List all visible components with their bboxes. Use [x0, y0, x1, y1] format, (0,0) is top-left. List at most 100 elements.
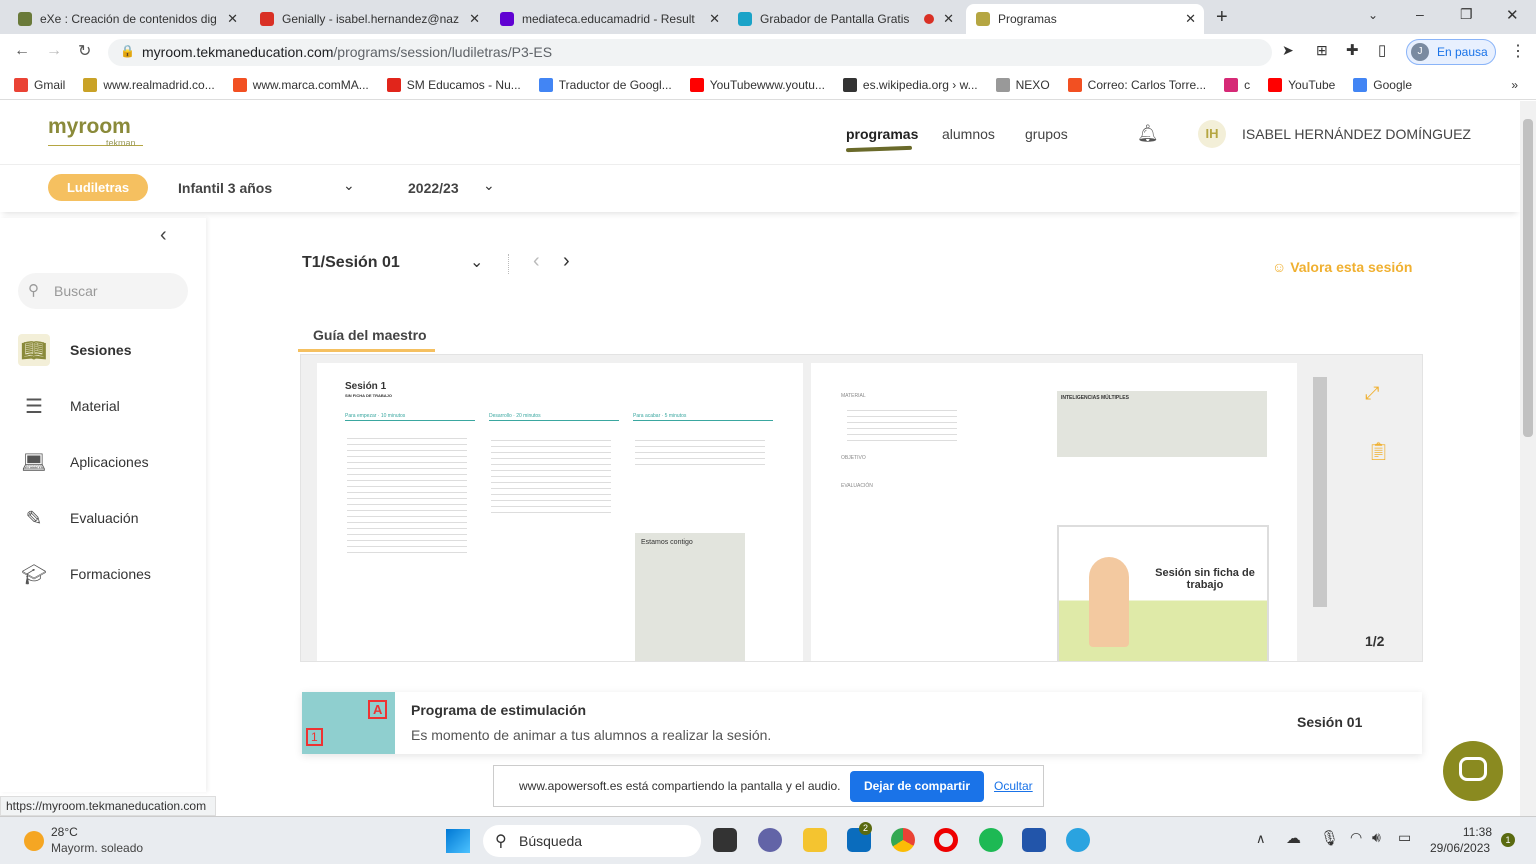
close-tab-icon[interactable]: ✕ [943, 11, 954, 27]
clock-time[interactable]: 11:38 [1462, 825, 1492, 839]
bell-icon[interactable]: 🔔︎ [1137, 124, 1159, 144]
bookmark-item[interactable]: es.wikipedia.org › w... [842, 77, 978, 92]
store-icon[interactable] [1022, 828, 1046, 852]
wifi-icon[interactable]: ◠ [1350, 829, 1362, 846]
stop-sharing-button[interactable]: Dejar de compartir [850, 771, 984, 802]
sidebar-item-sesiones[interactable]: 📖︎ Sesiones [18, 334, 131, 366]
clock-date[interactable]: 29/06/2023 [1430, 841, 1490, 855]
sidebar-item-material[interactable]: ☰ Material [18, 390, 120, 422]
close-tab-icon[interactable]: ✕ [227, 11, 238, 27]
bookmark-item[interactable]: Google [1353, 77, 1412, 92]
nav-grupos[interactable]: grupos [1025, 126, 1068, 142]
tray-chevron-icon[interactable]: ∧ [1256, 831, 1266, 847]
promo-banner[interactable]: A1 Programa de estimulación Es momento d… [302, 692, 1422, 754]
bookmark-item[interactable]: YouTubewww.youtu... [689, 77, 825, 92]
tab-exe[interactable]: eXe : Creación de contenidos dig ✕ [8, 4, 246, 34]
tab-mediateca[interactable]: mediateca.educamadrid - Result ✕ [490, 4, 728, 34]
sidepanel-icon[interactable]: ▯ [1378, 41, 1386, 59]
tab-genially[interactable]: Genially - isabel.hernandez@naz ✕ [250, 4, 488, 34]
session-select[interactable]: T1/Sesión 01 [302, 254, 400, 272]
year-select[interactable]: 2022/23 [408, 180, 459, 196]
nav-alumnos[interactable]: alumnos [942, 126, 995, 142]
telegram-icon[interactable] [1066, 828, 1090, 852]
chrome-icon[interactable] [891, 828, 915, 852]
bookmark-item[interactable]: NEXO [995, 77, 1050, 92]
weather-text[interactable]: Mayorm. soleado [51, 841, 143, 855]
new-tab-button[interactable]: + [1216, 6, 1228, 29]
chevron-down-icon[interactable]: ⌄ [343, 177, 355, 194]
pen-icon: ✎ [25, 507, 43, 530]
windows-start-icon[interactable] [446, 829, 470, 853]
puzzle-icon[interactable]: ✚ [1346, 41, 1359, 59]
document-page-right: MATERIAL OBJETIVO EVALUACIÓN INTELIGENCI… [811, 363, 1297, 661]
bookmarks-overflow-icon[interactable]: » [1511, 78, 1518, 92]
sidebar-item-aplicaciones[interactable]: 💻︎ Aplicaciones [18, 446, 148, 478]
back-icon[interactable]: ← [14, 42, 30, 60]
temperature[interactable]: 28°C [51, 825, 78, 839]
tab-guia-maestro[interactable]: Guía del maestro [313, 327, 427, 343]
doc-text-block [347, 433, 467, 553]
prev-session-icon[interactable]: ‹ [533, 250, 540, 273]
close-tab-icon[interactable]: ✕ [469, 11, 480, 27]
clipboard-icon[interactable]: 📋︎ [1367, 441, 1390, 462]
rate-session-button[interactable]: ☺ Valora esta sesión [1272, 259, 1412, 275]
tab-programas[interactable]: Programas ✕ [966, 4, 1204, 34]
chevron-down-icon[interactable]: ⌄ [483, 177, 495, 194]
spotify-icon[interactable] [979, 828, 1003, 852]
url-field[interactable]: 🔒 myroom.tekmaneducation.com/programs/ses… [108, 39, 1272, 66]
chat-button[interactable] [1443, 741, 1503, 801]
user-name[interactable]: ISABEL HERNÁNDEZ DOMÍNGUEZ [1242, 126, 1471, 142]
screen-share-bar: www.apowersoft.es está compartiendo la p… [493, 765, 1044, 807]
nav-programas[interactable]: programas [846, 126, 918, 142]
bookmark-item[interactable]: SM Educamos - Nu... [386, 77, 521, 92]
bookmark-item[interactable]: YouTube [1268, 77, 1335, 92]
fullscreen-icon[interactable]: ⤢ [1365, 383, 1379, 404]
menu-icon[interactable]: ⋮ [1510, 41, 1526, 61]
extension-icon[interactable]: ➤ [1282, 42, 1294, 59]
opera-icon[interactable] [934, 828, 958, 852]
program-pill[interactable]: Ludiletras [48, 174, 148, 201]
bookmark-item[interactable]: c [1224, 77, 1250, 92]
notification-badge[interactable]: 1 [1501, 833, 1515, 847]
reload-icon[interactable]: ↻ [78, 41, 91, 61]
minimize-button[interactable]: – [1416, 6, 1424, 22]
scrollbar-thumb[interactable] [1523, 119, 1533, 437]
file-explorer-icon[interactable] [803, 828, 827, 852]
chevron-down-icon[interactable]: ⌄ [470, 252, 483, 272]
close-tab-icon[interactable]: ✕ [1185, 11, 1196, 27]
tab-grabador[interactable]: Grabador de Pantalla Gratis ✕ [728, 4, 962, 34]
logo[interactable]: myroom [48, 115, 131, 139]
sidebar: ‹ ⚲ Buscar 📖︎ Sesiones ☰ Material 💻︎ Aplicac… [0, 218, 206, 792]
level-select[interactable]: Infantil 3 años [178, 180, 272, 196]
bookmark-item[interactable]: Traductor de Googl... [538, 77, 672, 92]
bookmark-item[interactable]: Gmail [14, 77, 65, 92]
mail-icon[interactable]: 2 [847, 822, 872, 852]
taskbar-search[interactable]: ⚲ Búsqueda [483, 825, 701, 857]
tab-search-icon[interactable]: ⌄ [1368, 8, 1378, 22]
close-tab-icon[interactable]: ✕ [709, 11, 720, 27]
user-avatar[interactable]: IH [1198, 120, 1226, 148]
profile-button[interactable]: J En pausa [1406, 39, 1496, 65]
onedrive-icon[interactable]: ☁ [1286, 829, 1301, 847]
bookmark-item[interactable]: www.realmadrid.co... [83, 77, 215, 92]
sidebar-item-formaciones[interactable]: 🎓︎ Formaciones [18, 558, 151, 590]
collapse-sidebar-icon[interactable]: ‹ [160, 224, 167, 247]
next-session-icon[interactable]: › [563, 250, 570, 273]
close-window-button[interactable]: ✕ [1506, 6, 1519, 24]
search-input[interactable]: ⚲ Buscar [18, 273, 188, 309]
battery-icon[interactable]: ▭ [1398, 829, 1411, 846]
page-scrollbar[interactable] [1520, 101, 1536, 816]
teams-icon[interactable] [758, 828, 782, 852]
hide-button[interactable]: Ocultar [994, 779, 1033, 793]
sidebar-item-evaluacion[interactable]: ✎ Evaluación [18, 502, 139, 534]
apps-icon[interactable]: ⊞ [1316, 42, 1328, 59]
maximize-button[interactable]: ❐ [1460, 6, 1473, 23]
microphone-icon[interactable]: 🎙︎ [1320, 829, 1339, 847]
task-view-icon[interactable] [713, 828, 737, 852]
viewer-scrollbar[interactable] [1313, 377, 1327, 607]
volume-icon[interactable]: 🔊︎ [1372, 829, 1381, 846]
browser-tab-bar: eXe : Creación de contenidos dig ✕ Genial… [0, 0, 1536, 34]
bookmark-item[interactable]: www.marca.comMA... [232, 77, 369, 92]
forward-icon[interactable]: → [46, 42, 62, 60]
bookmark-item[interactable]: Correo: Carlos Torre... [1067, 77, 1206, 92]
